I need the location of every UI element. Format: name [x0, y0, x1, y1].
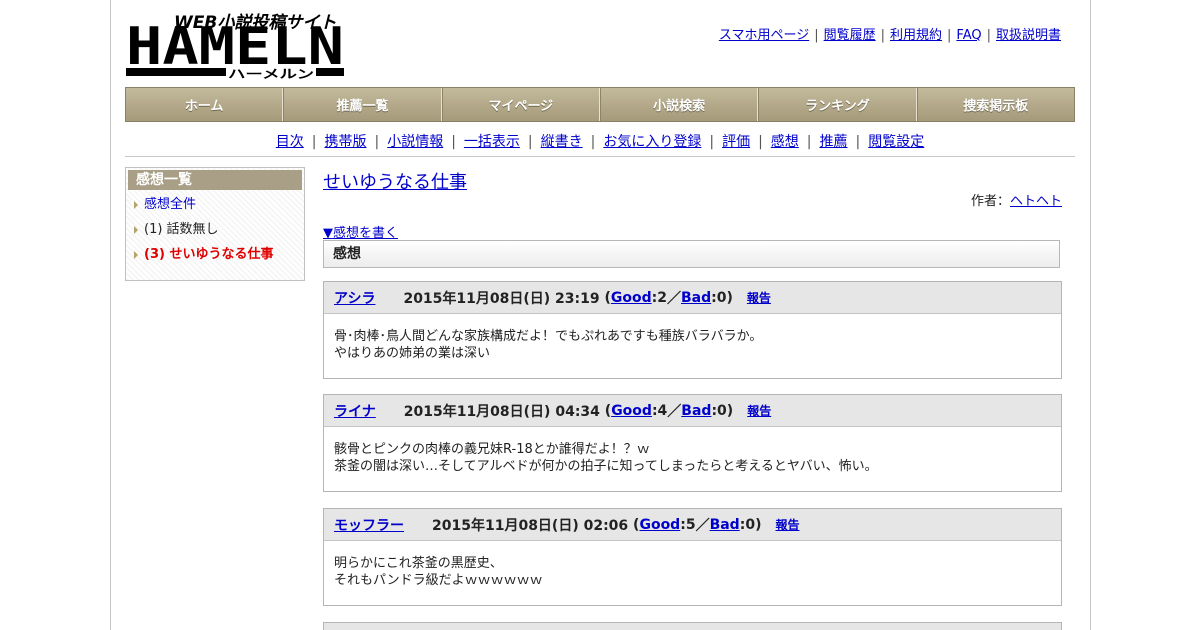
- comment-line: やはりあの姉弟の業は深い: [334, 346, 491, 361]
- novel-title-link[interactable]: せいゆうなる仕事: [323, 168, 467, 194]
- nav-search-board[interactable]: 捜索掲示板: [916, 88, 1074, 121]
- good-link[interactable]: Good: [611, 403, 652, 419]
- comment-header: [324, 623, 1061, 630]
- comment-card: ライナ 2015年11月08日(日) 04:34 (Good:4 ／ Bad:0) …: [323, 394, 1062, 492]
- sidebar: 感想一覧 感想全件 (1) 話数無し (3) せいゆうなる仕事: [125, 167, 305, 281]
- nav-recommend-list[interactable]: 推薦一覧: [283, 88, 442, 121]
- bullet-arrow-icon: [134, 201, 138, 209]
- sidebar-list: 感想全件 (1) 話数無し (3) せいゆうなる仕事: [128, 190, 302, 271]
- subnav-comments[interactable]: 感想: [771, 134, 799, 150]
- section-heading: 感想: [323, 240, 1060, 268]
- subnav-show-all[interactable]: 一括表示: [464, 134, 520, 150]
- hameln-logo[interactable]: WEB小説投稿サイト HAMELN ハーメルン: [126, 8, 348, 80]
- good-link[interactable]: Good: [639, 517, 680, 533]
- comment-card: モッフラー 2015年11月08日(日) 02:06 (Good:5 ／ Bad:0…: [323, 508, 1062, 606]
- comment-date: 2015年11月08日(日) 04:34: [403, 403, 600, 420]
- comment-body: 骸骨とピンクの肉棒の義兄妹R-18とか誰得だよ！？ｗ 茶釜の闇は深い…そしてアル…: [324, 427, 1061, 491]
- comment-body: 明らかにこれ茶釜の黒歴史、 それもパンドラ級だよｗｗｗｗｗｗ: [324, 541, 1061, 605]
- subnav-toc[interactable]: 目次: [276, 134, 304, 150]
- bullet-arrow-icon: [134, 226, 138, 234]
- comment-date: 2015年11月08日(日) 23:19: [403, 290, 600, 307]
- good-count: 4: [657, 402, 668, 419]
- nav-mypage[interactable]: マイページ: [441, 88, 600, 121]
- bad-link[interactable]: Bad: [710, 517, 740, 533]
- subnav-view-settings[interactable]: 閲覧設定: [868, 134, 924, 150]
- top-link-terms[interactable]: 利用規約: [890, 28, 942, 43]
- author-link[interactable]: ヘトヘト: [1010, 194, 1062, 209]
- sidebar-item-current: (3) せいゆうなる仕事: [134, 246, 302, 271]
- subnav-vertical[interactable]: 縦書き: [541, 134, 583, 150]
- comment-line: 明らかにこれ茶釜の黒歴史、: [334, 556, 503, 571]
- comment-card: アシラ 2015年11月08日(日) 23:19 (Good:2 ／ Bad:0) …: [323, 281, 1062, 379]
- nav-home[interactable]: ホーム: [126, 88, 284, 121]
- bullet-arrow-icon: [134, 251, 138, 259]
- comment-line: 骸骨とピンクの肉棒の義兄妹R-18とか誰得だよ！？ｗ: [334, 442, 650, 457]
- author-line: 作者：ヘトヘト: [970, 194, 1062, 209]
- sub-nav: 目次 | 携帯版 | 小説情報 | 一括表示 | 縦書き | お気に入り登録 | 評価 | 感想 | 推薦 | 閲覧…: [275, 134, 925, 150]
- bad-count: 0: [716, 289, 727, 306]
- comment-header: アシラ 2015年11月08日(日) 23:19 (Good:2 ／ Bad:0) …: [324, 282, 1061, 314]
- top-link-manual[interactable]: 取扱説明書: [996, 28, 1061, 43]
- bad-count: 0: [745, 516, 756, 533]
- svg-text:ハーメルン: ハーメルン: [228, 67, 314, 80]
- good-count: 5: [685, 516, 696, 533]
- sidebar-item-all-comments[interactable]: 感想全件: [134, 196, 302, 221]
- nav-ranking[interactable]: ランキング: [758, 88, 917, 121]
- comment-line: 骨･肉棒･鳥人間どんな家族構成だよ！でもぷれあですも種族バラバラか。: [334, 329, 763, 344]
- comment-card-partial: [323, 622, 1062, 630]
- subnav-novel-info[interactable]: 小説情報: [387, 134, 443, 150]
- top-link-faq[interactable]: FAQ: [956, 28, 981, 43]
- bad-count: 0: [717, 402, 727, 419]
- write-comment-link[interactable]: ▼感想を書く: [323, 222, 398, 241]
- sidebar-title: 感想一覧: [128, 170, 302, 190]
- commenter-name[interactable]: モッフラー: [334, 515, 404, 535]
- bad-link[interactable]: Bad: [681, 403, 711, 419]
- good-count: 2: [657, 289, 668, 306]
- top-link-history[interactable]: 閲覧履歴: [824, 28, 876, 43]
- comment-body: 骨･肉棒･鳥人間どんな家族構成だよ！でもぷれあですも種族バラバラか。 やはりあの…: [324, 314, 1061, 378]
- comment-line: それもパンドラ級だよｗｗｗｗｗｗ: [334, 573, 543, 588]
- commenter-name[interactable]: アシラ: [334, 288, 375, 308]
- bad-link[interactable]: Bad: [681, 290, 711, 306]
- main-nav: ホーム 推薦一覧 マイページ 小説検索 ランキング 捜索掲示板: [125, 87, 1075, 122]
- subnav-mobile[interactable]: 携帯版: [324, 134, 366, 150]
- subnav-rating[interactable]: 評価: [722, 134, 750, 150]
- page-container: WEB小説投稿サイト HAMELN ハーメルン スマホ用ページ | 閲覧履歴 | 利用規…: [110, 0, 1091, 630]
- subnav-favorite[interactable]: お気に入り登録: [603, 134, 701, 150]
- report-link[interactable]: 報告: [775, 516, 799, 533]
- report-link[interactable]: 報告: [747, 402, 771, 419]
- good-link[interactable]: Good: [611, 290, 652, 306]
- divider: [125, 156, 1075, 157]
- commenter-name[interactable]: ライナ: [334, 401, 376, 421]
- subnav-recommend[interactable]: 推薦: [820, 134, 848, 150]
- top-links: スマホ用ページ | 閲覧履歴 | 利用規約 | FAQ | 取扱説明書: [718, 28, 1061, 43]
- top-link-smartphone[interactable]: スマホ用ページ: [719, 28, 809, 43]
- comment-header: ライナ 2015年11月08日(日) 04:34 (Good:4 ／ Bad:0) …: [324, 395, 1061, 427]
- comment-header: モッフラー 2015年11月08日(日) 02:06 (Good:5 ／ Bad:0…: [324, 509, 1061, 541]
- comment-line: 茶釜の闇は深い…そしてアルベドが何かの拍子に知ってしまったらと考えるとヤバい、怖…: [334, 459, 878, 474]
- comment-date: 2015年11月08日(日) 02:06: [432, 517, 629, 534]
- sidebar-item-no-episode: (1) 話数無し: [134, 221, 302, 246]
- report-link[interactable]: 報告: [747, 289, 771, 306]
- nav-novel-search[interactable]: 小説検索: [599, 88, 759, 121]
